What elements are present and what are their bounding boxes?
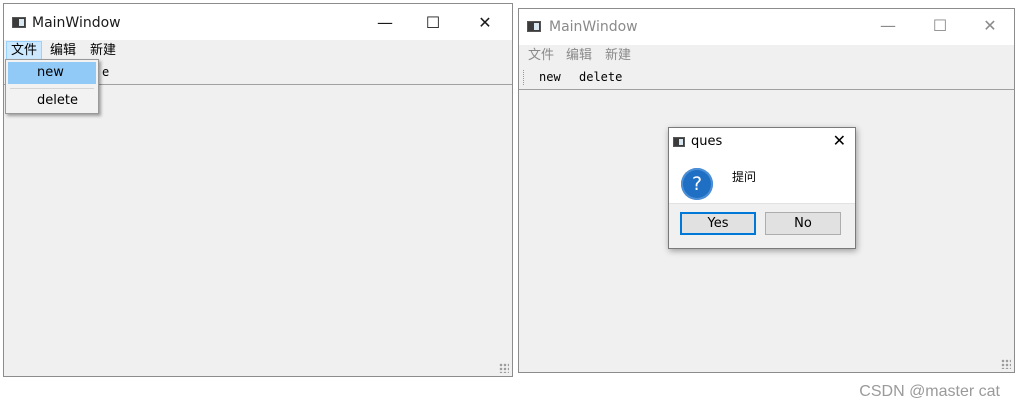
menu-separator <box>10 88 94 89</box>
window-title: MainWindow <box>549 19 638 35</box>
close-icon[interactable]: ✕ <box>474 12 496 34</box>
toolbar-delete-fragment[interactable]: e <box>102 65 109 79</box>
no-button[interactable]: No <box>765 212 841 235</box>
app-icon <box>527 21 541 32</box>
menu-edit[interactable]: 编辑 <box>562 47 596 65</box>
close-icon[interactable]: ✕ <box>979 15 1001 37</box>
dialog-message: 提问 <box>732 170 757 184</box>
title-bar[interactable]: MainWindow — ☐ ✕ <box>519 9 1014 45</box>
toolbar-grip[interactable] <box>523 70 526 85</box>
toolbar-delete-button[interactable]: delete <box>579 70 622 84</box>
menu-file[interactable]: 文件 <box>524 47 558 65</box>
toolbar: new delete <box>519 66 1014 90</box>
watermark: CSDN @master cat <box>859 383 1000 400</box>
toolbar-new-button[interactable]: new <box>539 70 561 84</box>
window-title: MainWindow <box>32 15 121 31</box>
question-dialog: ques ✕ ? 提问 Yes No <box>668 127 856 249</box>
menu-bar: 文件 编辑 新建 <box>519 45 1014 66</box>
file-dropdown-menu: new delete <box>5 59 99 114</box>
dialog-button-bar: Yes No <box>669 203 855 248</box>
dialog-title: ques <box>691 134 723 149</box>
menu-bar: 文件 编辑 新建 <box>4 40 512 61</box>
app-icon <box>673 137 685 147</box>
close-icon[interactable]: ✕ <box>833 131 846 150</box>
title-bar[interactable]: MainWindow — ☐ ✕ <box>4 4 512 40</box>
maximize-icon[interactable]: ☐ <box>422 12 444 34</box>
yes-button[interactable]: Yes <box>680 212 756 235</box>
app-icon <box>12 17 26 28</box>
resize-grip[interactable] <box>1001 359 1011 369</box>
menu-file[interactable]: 文件 <box>6 41 43 61</box>
resize-grip[interactable] <box>499 363 509 373</box>
minimize-icon[interactable]: — <box>877 15 899 37</box>
minimize-icon[interactable]: — <box>374 12 396 34</box>
menu-item-new[interactable]: new <box>8 62 96 84</box>
menu-new[interactable]: 新建 <box>601 47 635 65</box>
question-icon: ? <box>681 168 713 200</box>
maximize-icon[interactable]: ☐ <box>929 15 951 37</box>
menu-edit[interactable]: 编辑 <box>46 42 80 60</box>
menu-new[interactable]: 新建 <box>86 42 120 60</box>
menu-item-delete[interactable]: delete <box>8 90 96 112</box>
